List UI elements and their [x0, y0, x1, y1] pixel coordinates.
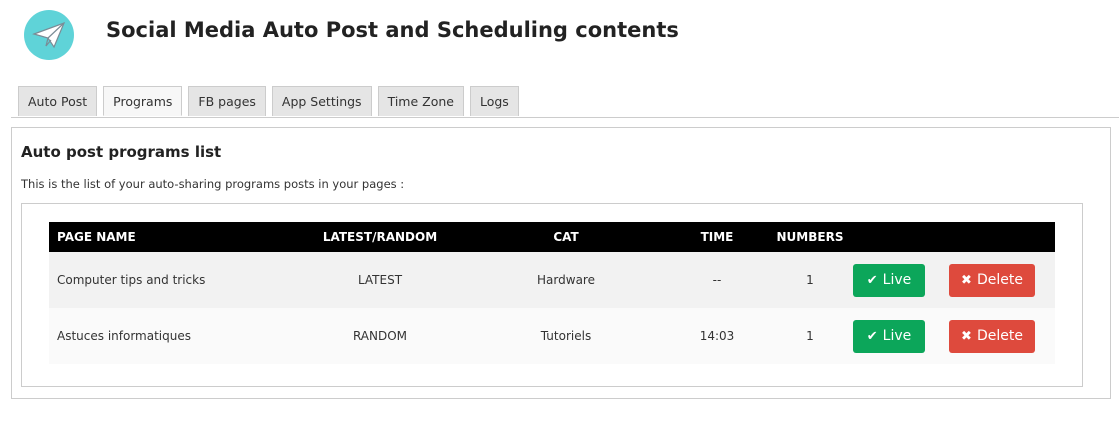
cell-mode: LATEST — [287, 252, 473, 308]
programs-panel: Auto post programs list This is the list… — [11, 127, 1111, 399]
col-header-cat: CAT — [473, 222, 659, 252]
col-header-page-name: PAGE NAME — [49, 222, 287, 252]
tab-time-zone[interactable]: Time Zone — [377, 86, 464, 116]
col-header-numbers: NUMBERS — [775, 222, 845, 252]
cell-time: -- — [659, 252, 775, 308]
cell-mode: RANDOM — [287, 308, 473, 364]
delete-button[interactable]: ✖ Delete — [949, 319, 1035, 353]
paper-plane-icon — [24, 10, 74, 60]
app-header: Social Media Auto Post and Scheduling co… — [0, 0, 1119, 70]
x-icon: ✖ — [961, 328, 972, 344]
table-row: Computer tips and tricks LATEST Hardware… — [49, 252, 1055, 308]
tab-logs[interactable]: Logs — [469, 86, 519, 116]
cell-cat: Tutoriels — [473, 308, 659, 364]
live-button[interactable]: ✔ Live — [853, 263, 925, 297]
tab-fb-pages[interactable]: FB pages — [188, 86, 266, 116]
cell-actions: ✔ Live ✖ Delete — [845, 308, 1055, 364]
live-button-label: Live — [882, 328, 912, 344]
panel-title: Auto post programs list — [21, 143, 222, 161]
cell-cat: Hardware — [473, 252, 659, 308]
x-icon: ✖ — [961, 272, 972, 288]
tab-auto-post[interactable]: Auto Post — [18, 86, 98, 116]
live-button-label: Live — [882, 272, 912, 288]
table-row: Astuces informatiques RANDOM Tutoriels 1… — [49, 308, 1055, 364]
tab-programs[interactable]: Programs — [103, 86, 183, 116]
col-header-actions — [845, 222, 1055, 252]
cell-time: 14:03 — [659, 308, 775, 364]
col-header-time: TIME — [659, 222, 775, 252]
programs-table-container: PAGE NAME LATEST/RANDOM CAT TIME NUMBERS… — [21, 203, 1083, 387]
cell-numbers: 1 — [775, 252, 845, 308]
col-header-latest-random: LATEST/RANDOM — [287, 222, 473, 252]
check-icon: ✔ — [866, 272, 878, 288]
delete-button[interactable]: ✖ Delete — [949, 263, 1035, 297]
table-header-row: PAGE NAME LATEST/RANDOM CAT TIME NUMBERS — [49, 222, 1055, 252]
cell-page-name: Astuces informatiques — [49, 308, 287, 364]
tab-bar: Auto Post Programs FB pages App Settings… — [18, 86, 525, 117]
programs-table: PAGE NAME LATEST/RANDOM CAT TIME NUMBERS… — [49, 222, 1055, 364]
check-icon: ✔ — [866, 328, 878, 344]
panel-description: This is the list of your auto-sharing pr… — [21, 177, 405, 191]
tabs-divider — [11, 117, 1119, 118]
delete-button-label: Delete — [976, 272, 1023, 288]
app-title: Social Media Auto Post and Scheduling co… — [106, 18, 679, 42]
delete-button-label: Delete — [976, 328, 1023, 344]
cell-numbers: 1 — [775, 308, 845, 364]
cell-page-name: Computer tips and tricks — [49, 252, 287, 308]
tab-app-settings[interactable]: App Settings — [271, 86, 372, 116]
live-button[interactable]: ✔ Live — [853, 319, 925, 353]
cell-actions: ✔ Live ✖ Delete — [845, 252, 1055, 308]
